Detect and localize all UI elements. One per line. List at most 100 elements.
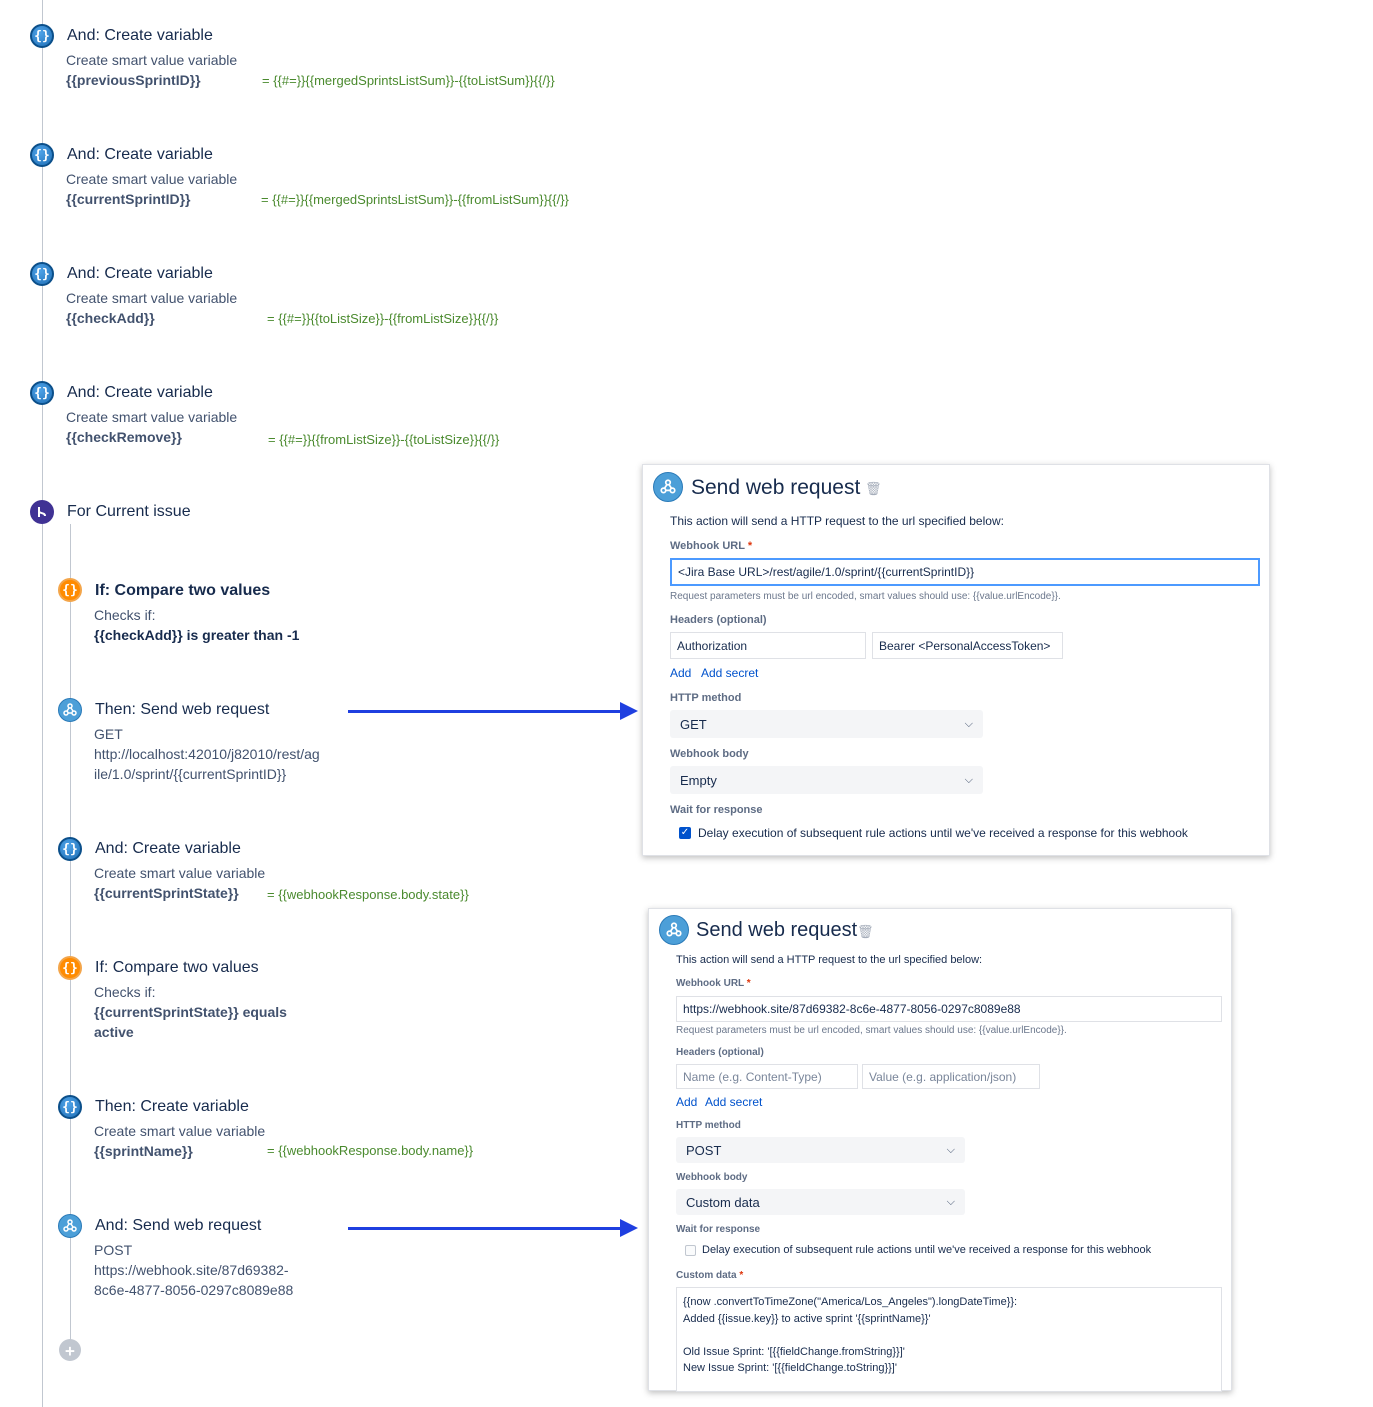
step-title: And: Create variable bbox=[67, 384, 213, 401]
header-name-input[interactable]: Name (e.g. Content-Type) bbox=[676, 1064, 858, 1089]
condition-braces-icon: {} bbox=[58, 578, 82, 602]
send-web-request-panel-post: Send web request 🗑 This action will send… bbox=[648, 908, 1232, 1392]
wait-response-checkbox[interactable] bbox=[685, 1245, 696, 1256]
panel-description: This action will send a HTTP request to … bbox=[676, 954, 983, 966]
headers-label: Headers (optional) bbox=[670, 614, 767, 626]
variable-value: = {{webhookResponse.body.name}} bbox=[267, 1143, 474, 1158]
webhook-body-value: Empty bbox=[680, 772, 717, 788]
variable-name: {{currentSprintState}} bbox=[94, 885, 239, 901]
step-title: And: Create variable bbox=[67, 265, 213, 282]
variable-name: {{sprintName}} bbox=[94, 1143, 193, 1159]
variable-value: = {{#=}}{{fromListSize}}-{{toListSize}}{… bbox=[268, 432, 500, 447]
step-subtitle: Create smart value variable bbox=[66, 290, 238, 306]
branch-icon bbox=[30, 500, 54, 524]
chevron-down-icon: ⌵ bbox=[946, 1195, 955, 1208]
trash-icon[interactable]: 🗑 bbox=[865, 481, 882, 497]
custom-data-line: Added {{issue.key}} to active sprint '{{… bbox=[683, 1312, 931, 1325]
webhook-icon bbox=[58, 698, 82, 722]
variable-name: {{currentSprintID}} bbox=[66, 191, 191, 207]
step-subtitle: Checks if: bbox=[94, 984, 156, 1000]
wait-response-label: Wait for response bbox=[670, 804, 763, 816]
header-value-input[interactable]: Bearer <PersonalAccessToken> bbox=[872, 632, 1063, 659]
panel-title: Send web request bbox=[696, 919, 858, 941]
url-help-text: Request parameters must be url encoded, … bbox=[670, 591, 1061, 602]
webhook-body-value: Custom data bbox=[686, 1194, 760, 1210]
request-method: GET bbox=[94, 726, 123, 742]
wait-response-text: Delay execution of subsequent rule actio… bbox=[702, 1244, 1152, 1256]
http-method-select[interactable]: POST ⌵ bbox=[676, 1137, 965, 1163]
curly-braces-icon: {} bbox=[30, 381, 54, 405]
trash-icon[interactable]: 🗑 bbox=[857, 924, 874, 940]
webhook-body-label: Webhook body bbox=[676, 1172, 748, 1183]
step-title: If: Compare two values bbox=[95, 582, 271, 599]
headers-label: Headers (optional) bbox=[676, 1047, 764, 1058]
wait-response-label: Wait for response bbox=[676, 1224, 761, 1235]
webhook-url-input[interactable]: <Jira Base URL>/rest/agile/1.0/sprint/{{… bbox=[670, 558, 1260, 586]
panel-description: This action will send a HTTP request to … bbox=[670, 514, 1004, 528]
request-url-line-2: 8c6e-4877-8056-0297c8089e88 bbox=[94, 1282, 294, 1298]
http-method-label: HTTP method bbox=[670, 692, 742, 704]
pointer-arrow-1-head bbox=[620, 702, 638, 720]
request-url-line-1: https://webhook.site/87d69382- bbox=[94, 1262, 289, 1278]
webhook-url-input[interactable]: https://webhook.site/87d69382-8c6e-4877-… bbox=[676, 996, 1222, 1022]
step-title: And: Create variable bbox=[67, 27, 213, 44]
header-value-input[interactable]: Value (e.g. application/json) bbox=[862, 1064, 1040, 1089]
custom-data-line: Old Issue Sprint: '[{{fieldChange.fromSt… bbox=[683, 1345, 905, 1358]
step-subtitle: Checks if: bbox=[94, 607, 156, 623]
curly-braces-icon: {} bbox=[30, 143, 54, 167]
condition-text-line-1: {{currentSprintState}} equals bbox=[94, 1004, 287, 1020]
plus-icon[interactable]: + bbox=[59, 1339, 81, 1361]
chevron-down-icon: ⌵ bbox=[946, 1143, 955, 1156]
variable-name: {{checkRemove}} bbox=[66, 429, 182, 445]
webhook-icon bbox=[653, 472, 683, 502]
http-method-select[interactable]: GET ⌵ bbox=[670, 710, 983, 738]
add-header-link[interactable]: Add bbox=[670, 666, 691, 680]
custom-data-textarea[interactable]: {{now .convertToTimeZone("America/Los_An… bbox=[676, 1287, 1222, 1392]
pointer-arrow-2-head bbox=[620, 1219, 638, 1237]
curly-braces-icon: {} bbox=[30, 262, 54, 286]
webhook-icon bbox=[58, 1214, 82, 1238]
http-method-label: HTTP method bbox=[676, 1120, 741, 1131]
curly-braces-icon: {} bbox=[30, 24, 54, 48]
custom-data-line: {{now .convertToTimeZone("America/Los_An… bbox=[683, 1296, 1018, 1308]
webhook-url-label: Webhook URL * bbox=[670, 540, 753, 552]
condition-text-line-2: active bbox=[94, 1024, 134, 1040]
step-subtitle: Create smart value variable bbox=[66, 171, 238, 187]
chevron-down-icon: ⌵ bbox=[964, 773, 973, 786]
step-title: Then: Send web request bbox=[95, 701, 270, 718]
custom-data-label: Custom data * bbox=[676, 1270, 744, 1281]
pointer-arrow-1 bbox=[348, 710, 622, 713]
webhook-body-select[interactable]: Empty ⌵ bbox=[670, 766, 983, 794]
step-title: And: Send web request bbox=[95, 1217, 262, 1234]
wait-response-text: Delay execution of subsequent rule actio… bbox=[698, 826, 1188, 840]
request-url-line-1: http://localhost:42010/j82010/rest/ag bbox=[94, 746, 320, 762]
variable-value: = {{#=}}{{toListSize}}-{{fromListSize}}{… bbox=[267, 311, 499, 326]
chevron-down-icon: ⌵ bbox=[964, 717, 973, 730]
add-header-link[interactable]: Add bbox=[676, 1095, 697, 1109]
request-url-line-2: ile/1.0/sprint/{{currentSprintID}} bbox=[94, 766, 287, 782]
variable-value: = {{#=}}{{mergedSprintsListSum}}-{{fromL… bbox=[261, 192, 569, 207]
step-subtitle: Create smart value variable bbox=[66, 409, 238, 425]
add-secret-link[interactable]: Add secret bbox=[701, 666, 758, 680]
custom-data-line bbox=[683, 1329, 1215, 1346]
webhook-icon bbox=[659, 915, 689, 945]
wait-response-checkbox[interactable]: ✓ bbox=[679, 827, 691, 839]
step-title: And: Create variable bbox=[95, 840, 241, 857]
step-title: And: Create variable bbox=[67, 146, 213, 163]
step-title: Then: Create variable bbox=[95, 1098, 249, 1115]
variable-name: {{previousSprintID}} bbox=[66, 72, 201, 88]
webhook-body-select[interactable]: Custom data ⌵ bbox=[676, 1189, 965, 1215]
condition-braces-icon: {} bbox=[58, 956, 82, 980]
header-name-input[interactable]: Authorization bbox=[670, 632, 866, 659]
request-method: POST bbox=[94, 1242, 133, 1258]
main-flow-line bbox=[42, 0, 43, 1407]
variable-value: = {{webhookResponse.body.state}} bbox=[267, 887, 469, 902]
url-help-text: Request parameters must be url encoded, … bbox=[676, 1025, 1067, 1036]
variable-value: = {{#=}}{{mergedSprintsListSum}}-{{toLis… bbox=[262, 73, 555, 88]
pointer-arrow-2 bbox=[348, 1227, 622, 1230]
add-secret-link[interactable]: Add secret bbox=[705, 1095, 762, 1109]
step-subtitle: Create smart value variable bbox=[94, 1123, 266, 1139]
webhook-url-label: Webhook URL * bbox=[676, 978, 751, 989]
variable-name: {{checkAdd}} bbox=[66, 310, 155, 326]
condition-text: {{checkAdd}} is greater than -1 bbox=[94, 627, 300, 643]
